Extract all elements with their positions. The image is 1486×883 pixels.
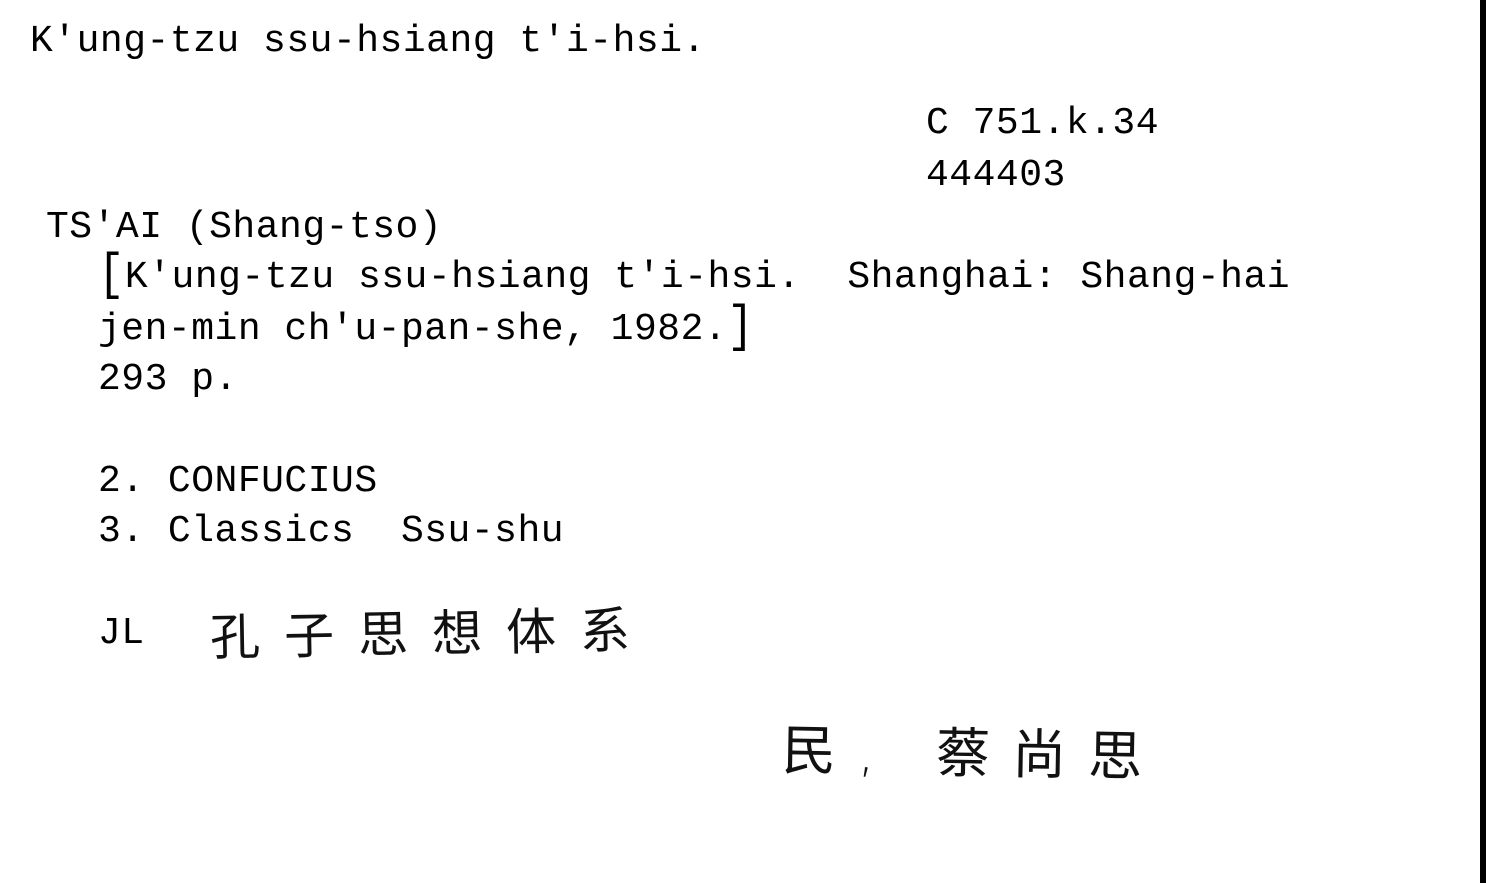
catalogue-card: K'ung-tzu ssu-hsiang t'i-hsi. C 751.k.34… — [0, 0, 1486, 883]
card-heading: K'ung-tzu ssu-hsiang t'i-hsi. — [30, 20, 706, 63]
imprint-line-1: [K'ung-tzu ssu-hsiang t'i-hsi. Shanghai:… — [98, 247, 1291, 305]
bracket-open: [ — [98, 247, 125, 305]
imprint-line-1-text: K'ung-tzu ssu-hsiang t'i-hsi. Shanghai: … — [124, 256, 1291, 299]
subject-entry-2: 2. CONFUCIUS — [98, 460, 378, 503]
imprint-line-2-text: jen-min ch'u-pan-she, 1982. — [98, 308, 728, 351]
cataloguer-initials: JL — [98, 612, 145, 655]
subject-entry-3: 3. Classics Ssu-shu — [98, 510, 565, 553]
author-entry: TS'AI (Shang-tso) — [46, 206, 443, 249]
shelfmark: C 751.k.34 — [926, 102, 1160, 145]
handwritten-chinese-title: 孔子思想体系 — [209, 601, 655, 667]
collation: 293 p. — [98, 358, 238, 401]
card-right-edge — [1480, 0, 1486, 883]
accession-number: 444403 — [926, 154, 1066, 197]
bracket-close: ] — [727, 299, 755, 357]
imprint-line-2: jen-min ch'u-pan-she, 1982.] — [98, 299, 755, 357]
handwritten-chinese-author: 民, 蔡尚思 — [781, 719, 1165, 789]
